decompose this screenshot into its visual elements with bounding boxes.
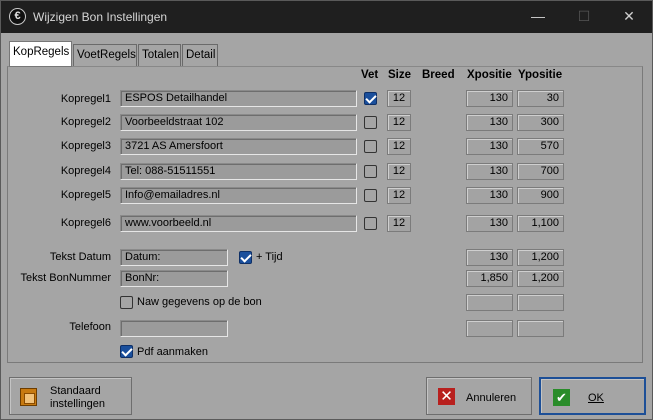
kopregel-input[interactable]: Voorbeeldstraat 102 bbox=[120, 114, 357, 131]
column-header-breed: Breed bbox=[422, 69, 455, 81]
vet-checkbox[interactable] bbox=[364, 217, 377, 230]
cancel-x-icon: ✕ bbox=[438, 388, 455, 405]
vet-checkbox[interactable] bbox=[364, 140, 377, 153]
tijd-label: + Tijd bbox=[256, 251, 283, 263]
title-bar: € Wijzigen Bon Instellingen — ☐ ✕ bbox=[1, 1, 652, 33]
checkmark-icon: ✔ bbox=[553, 389, 570, 406]
maximize-button[interactable]: ☐ bbox=[561, 1, 607, 32]
minimize-button[interactable]: — bbox=[515, 1, 561, 32]
tab-kopregels[interactable]: KopRegels bbox=[9, 41, 72, 67]
size-field[interactable]: 12 bbox=[387, 163, 411, 180]
column-header-vet: Vet bbox=[361, 69, 379, 81]
kopregel-input[interactable]: Info@emailadres.nl bbox=[120, 187, 357, 204]
xpositie-field[interactable]: 130 bbox=[466, 90, 513, 107]
column-header-size: Size bbox=[388, 69, 412, 81]
datum-xpositie-field[interactable]: 130 bbox=[466, 249, 513, 266]
row-label: Kopregel6 bbox=[60, 217, 111, 229]
settings-reset-icon bbox=[20, 388, 37, 406]
standaard-label-line1: Standaard bbox=[50, 385, 101, 397]
tekst-datum-input[interactable]: Datum: bbox=[120, 249, 228, 266]
naw-xpositie-field[interactable] bbox=[466, 294, 513, 311]
ypositie-field[interactable]: 1,100 bbox=[517, 215, 564, 232]
tekst-bonnummer-label: Tekst BonNummer bbox=[20, 272, 111, 284]
ypositie-field[interactable]: 570 bbox=[517, 138, 564, 155]
dialog-window: € Wijzigen Bon Instellingen — ☐ ✕ KopReg… bbox=[0, 0, 653, 420]
vet-checkbox[interactable] bbox=[364, 189, 377, 202]
bonnummer-xpositie-field[interactable]: 1,850 bbox=[466, 270, 513, 287]
row-label: Kopregel1 bbox=[60, 93, 111, 105]
naw-label: Naw gegevens op de bon bbox=[137, 296, 262, 308]
column-header-xpositie: Xpositie bbox=[467, 69, 512, 81]
vet-checkbox[interactable] bbox=[364, 116, 377, 129]
size-field[interactable]: 12 bbox=[387, 90, 411, 107]
datum-ypositie-field[interactable]: 1,200 bbox=[517, 249, 564, 266]
tab-totalen[interactable]: Totalen bbox=[138, 44, 181, 66]
tekst-bonnummer-input[interactable]: BonNr: bbox=[120, 270, 228, 287]
xpositie-field[interactable]: 130 bbox=[466, 215, 513, 232]
window-title: Wijzigen Bon Instellingen bbox=[33, 10, 168, 24]
size-field[interactable]: 12 bbox=[387, 215, 411, 232]
annuleren-button[interactable]: ✕ Annuleren bbox=[426, 377, 532, 415]
tijd-checkbox[interactable] bbox=[239, 251, 252, 264]
naw-checkbox[interactable] bbox=[120, 296, 133, 309]
tekst-datum-label: Tekst Datum bbox=[49, 251, 111, 263]
ypositie-field[interactable]: 700 bbox=[517, 163, 564, 180]
size-field[interactable]: 12 bbox=[387, 114, 411, 131]
xpositie-field[interactable]: 130 bbox=[466, 138, 513, 155]
kopregel-input[interactable]: 3721 AS Amersfoort bbox=[120, 138, 357, 155]
row-label: Kopregel5 bbox=[60, 189, 111, 201]
ok-label: OK bbox=[588, 392, 604, 404]
row-label: Kopregel2 bbox=[60, 116, 111, 128]
row-label: Kopregel3 bbox=[60, 140, 111, 152]
xpositie-field[interactable]: 130 bbox=[466, 187, 513, 204]
size-field[interactable]: 12 bbox=[387, 138, 411, 155]
telefoon-xpositie-field[interactable] bbox=[466, 320, 513, 337]
kopregel-input[interactable]: ESPOS Detailhandel bbox=[120, 90, 357, 107]
row-label: Kopregel4 bbox=[60, 165, 111, 177]
telefoon-input[interactable] bbox=[120, 320, 228, 337]
size-field[interactable]: 12 bbox=[387, 187, 411, 204]
close-button[interactable]: ✕ bbox=[606, 1, 652, 32]
standaard-instellingen-button[interactable]: Standaard instellingen bbox=[9, 377, 132, 415]
naw-ypositie-field[interactable] bbox=[517, 294, 564, 311]
tab-voetregels[interactable]: VoetRegels bbox=[73, 44, 137, 66]
telefoon-ypositie-field[interactable] bbox=[517, 320, 564, 337]
ypositie-field[interactable]: 30 bbox=[517, 90, 564, 107]
ypositie-field[interactable]: 300 bbox=[517, 114, 564, 131]
telefoon-label: Telefoon bbox=[69, 321, 111, 333]
tab-detail[interactable]: Detail bbox=[182, 44, 218, 66]
app-logo-icon: € bbox=[9, 8, 26, 25]
xpositie-field[interactable]: 130 bbox=[466, 163, 513, 180]
standaard-label-line2: instellingen bbox=[50, 398, 106, 410]
ypositie-field[interactable]: 900 bbox=[517, 187, 564, 204]
vet-checkbox[interactable] bbox=[364, 165, 377, 178]
pdf-label: Pdf aanmaken bbox=[137, 346, 208, 358]
column-header-ypositie: Ypositie bbox=[518, 69, 563, 81]
vet-checkbox[interactable] bbox=[364, 92, 377, 105]
bonnummer-ypositie-field[interactable]: 1,200 bbox=[517, 270, 564, 287]
kopregel-input[interactable]: Tel: 088-51511551 bbox=[120, 163, 357, 180]
pdf-checkbox[interactable] bbox=[120, 345, 133, 358]
kopregel-input[interactable]: www.voorbeeld.nl bbox=[120, 215, 357, 232]
xpositie-field[interactable]: 130 bbox=[466, 114, 513, 131]
ok-button[interactable]: ✔ OK bbox=[539, 377, 646, 415]
annuleren-label: Annuleren bbox=[466, 392, 517, 404]
